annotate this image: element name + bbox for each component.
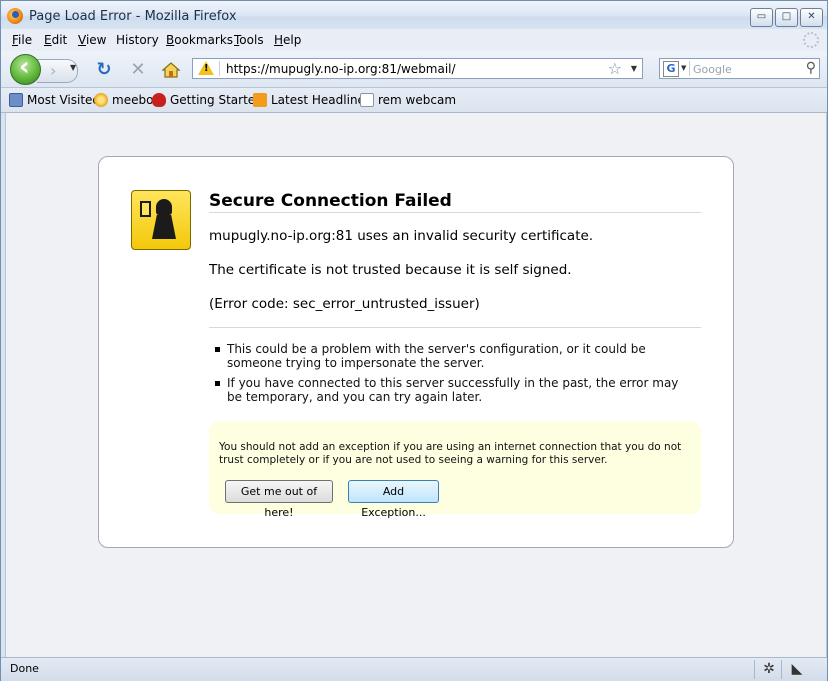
- meebo-icon: [94, 93, 108, 107]
- rss-icon: [253, 93, 267, 107]
- error-panel: Secure Connection Failed mupugly.no-ip.o…: [98, 156, 734, 548]
- menu-history[interactable]: History: [116, 33, 159, 47]
- bookmark-most-visited[interactable]: Most Visited: [9, 93, 100, 107]
- menu-view[interactable]: View: [78, 33, 106, 47]
- reload-icon[interactable]: ↻: [94, 60, 114, 80]
- warning-icon[interactable]: [198, 61, 214, 75]
- stop-icon[interactable]: ✕: [128, 60, 148, 80]
- google-engine-icon[interactable]: G: [663, 61, 679, 77]
- bookmark-getting-started[interactable]: Getting Started: [152, 93, 263, 107]
- firefox-logo-icon: [7, 8, 23, 24]
- status-divider: [754, 660, 755, 679]
- window-title: Page Load Error - Mozilla Firefox: [29, 9, 237, 24]
- status-text: Done: [10, 662, 39, 675]
- error-title: Secure Connection Failed: [209, 191, 452, 211]
- menu-help[interactable]: Help: [274, 33, 301, 47]
- minimize-button[interactable]: ▭: [750, 8, 773, 27]
- list-item: This could be a problem with the server'…: [215, 342, 695, 370]
- error-line-2: The certificate is not trusted because i…: [209, 262, 572, 278]
- search-separator: [689, 61, 690, 76]
- bookmarks-toolbar: Most Visited meebo Getting Started Lates…: [1, 88, 827, 113]
- menu-bookmarks[interactable]: Bookmarks: [166, 33, 233, 47]
- getting-started-icon: [152, 93, 166, 107]
- navigation-toolbar: › ▼ ↻ ✕ https://mupugly.no-ip.org:81/web…: [1, 51, 827, 88]
- maximize-button[interactable]: □: [775, 8, 798, 27]
- bookmark-rem-webcam[interactable]: rem webcam: [360, 93, 456, 107]
- error-line-1: mupugly.no-ip.org:81 uses an invalid sec…: [209, 228, 594, 244]
- add-exception-button[interactable]: Add Exception...: [348, 480, 439, 519]
- most-visited-icon: [9, 93, 23, 107]
- error-explanation-list: This could be a problem with the server'…: [215, 342, 695, 410]
- advice-box: You should not add an exception if you a…: [209, 421, 701, 519]
- list-item: If you have connected to this server suc…: [215, 376, 695, 404]
- menu-edit[interactable]: Edit: [44, 33, 67, 47]
- status-divider: [781, 660, 782, 679]
- menu-tools[interactable]: Tools: [234, 33, 264, 47]
- forward-arrow-icon: ›: [50, 61, 57, 80]
- get-me-out-button[interactable]: Get me out of here!: [225, 480, 333, 519]
- window-controls: ▭ □ ✕: [750, 8, 823, 27]
- magnifier-icon[interactable]: ⚲: [806, 60, 816, 76]
- throbber-icon: [803, 32, 819, 48]
- network-icon[interactable]: ◣: [787, 660, 807, 678]
- star-icon[interactable]: ☆: [608, 59, 622, 78]
- search-bar[interactable]: G ▼ Google ⚲: [659, 58, 820, 79]
- close-button[interactable]: ✕: [800, 8, 823, 27]
- certificate-error-icon: [131, 190, 191, 250]
- url-text[interactable]: https://mupugly.no-ip.org:81/webmail/: [226, 62, 456, 76]
- history-dropdown-icon[interactable]: ▼: [70, 63, 76, 72]
- page-icon: [360, 93, 374, 107]
- back-button[interactable]: [10, 52, 41, 85]
- home-icon[interactable]: [161, 60, 181, 80]
- url-separator: [219, 61, 220, 76]
- bookmark-meebo[interactable]: meebo: [94, 93, 153, 107]
- status-bar: Done ✲ ◣: [1, 657, 827, 681]
- menu-file[interactable]: File: [12, 33, 32, 47]
- title-divider: [209, 212, 701, 213]
- search-input[interactable]: Google: [693, 63, 732, 76]
- error-code: (Error code: sec_error_untrusted_issuer): [209, 296, 480, 312]
- url-dropdown-icon[interactable]: ▼: [631, 64, 637, 73]
- browser-window: Page Load Error - Mozilla Firefox ▭ □ ✕ …: [0, 0, 828, 681]
- bug-icon[interactable]: ✲: [759, 660, 779, 678]
- page-content: Secure Connection Failed mupugly.no-ip.o…: [5, 113, 827, 658]
- menu-bar: File Edit View History Bookmarks Tools H…: [1, 29, 827, 51]
- section-divider: [209, 327, 701, 328]
- url-bar[interactable]: https://mupugly.no-ip.org:81/webmail/ ☆ …: [192, 58, 643, 79]
- engine-dropdown-icon[interactable]: ▼: [681, 64, 686, 72]
- advice-text: You should not add an exception if you a…: [219, 441, 682, 466]
- bookmark-latest-headlines[interactable]: Latest Headlines: [253, 93, 371, 107]
